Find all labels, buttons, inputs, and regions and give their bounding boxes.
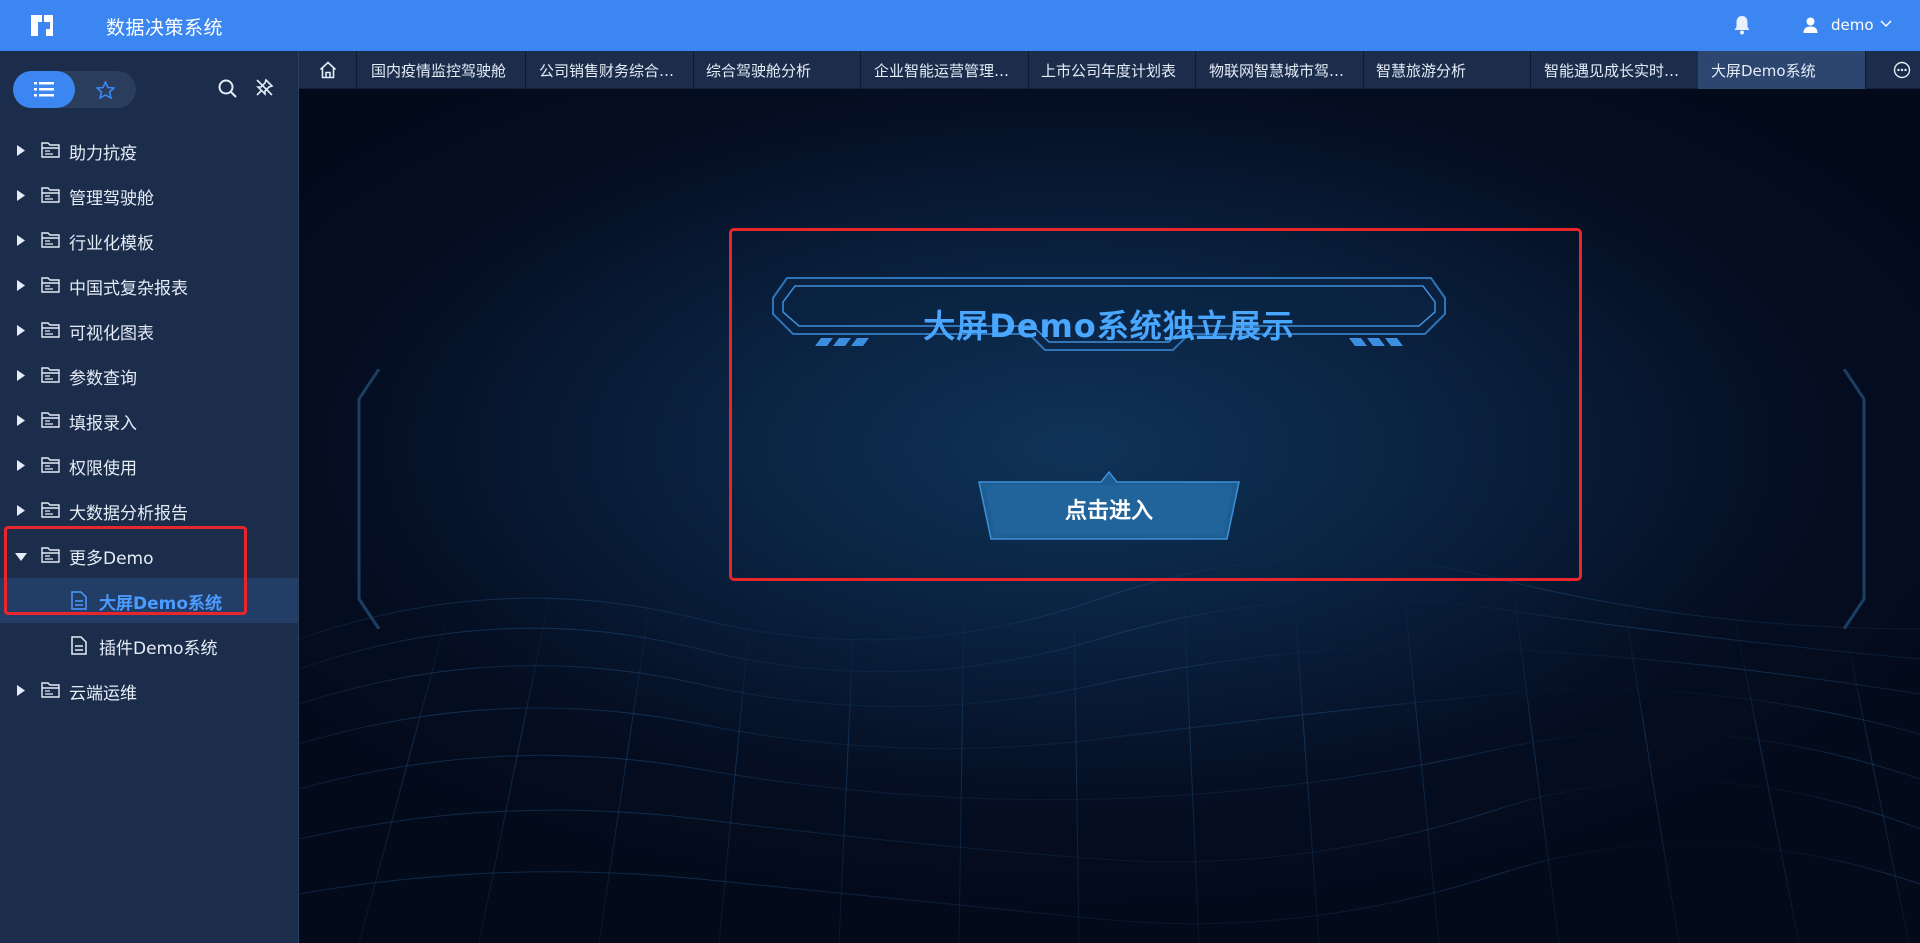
tree-folder-item[interactable]: 云端运维 xyxy=(0,668,298,713)
tree-folder-item-expanded[interactable]: 更多Demo xyxy=(0,533,298,578)
decorative-bracket xyxy=(357,369,381,629)
chevron-down-icon[interactable] xyxy=(1880,20,1892,28)
tab-item-active[interactable]: 大屏Demo系统 xyxy=(1698,51,1866,89)
tree-folder-item[interactable]: 权限使用 xyxy=(0,443,298,488)
tree-item-label: 行业化模板 xyxy=(69,234,154,254)
mesh-terrain-background xyxy=(299,557,1920,943)
tree-item-label: 管理驾驶舱 xyxy=(69,189,154,209)
tree-item-label: 中国式复杂报表 xyxy=(69,279,188,299)
screen-title: 大屏Demo系统独立展示 xyxy=(923,307,1295,345)
folder-icon xyxy=(41,682,60,698)
tree-folder-item[interactable]: 中国式复杂报表 xyxy=(0,263,298,308)
home-tab[interactable] xyxy=(299,51,357,89)
file-icon xyxy=(71,591,87,610)
app-title: 数据决策系统 xyxy=(106,17,224,39)
list-view-button[interactable] xyxy=(13,71,75,108)
home-icon xyxy=(319,61,337,79)
bell-icon[interactable] xyxy=(1733,15,1751,35)
caret-down-icon[interactable] xyxy=(15,552,27,561)
list-icon xyxy=(34,82,54,97)
caret-right-icon[interactable] xyxy=(16,505,25,516)
folder-icon xyxy=(41,322,60,338)
tree-folder-item[interactable]: 填报录入 xyxy=(0,398,298,443)
tab-item[interactable]: 企业智能运营管理… xyxy=(861,51,1029,89)
tree-folder-item[interactable]: 行业化模板 xyxy=(0,218,298,263)
caret-right-icon[interactable] xyxy=(16,145,25,156)
user-name[interactable]: demo xyxy=(1831,16,1874,34)
user-icon[interactable] xyxy=(1803,17,1818,33)
tab-item[interactable]: 国内疫情监控驾驶舱 xyxy=(358,51,526,89)
tree-folder-item[interactable]: 助力抗疫 xyxy=(0,128,298,173)
caret-right-icon[interactable] xyxy=(16,325,25,336)
tab-item[interactable]: 综合驾驶舱分析 xyxy=(693,51,861,89)
tree-item-label: 更多Demo xyxy=(69,549,154,569)
folder-icon xyxy=(41,187,60,203)
directory-tree: 助力抗疫 管理驾驶舱 行业化模板 中国式复杂报表 可视化图表 参数查询 填报录入… xyxy=(0,128,298,713)
caret-right-icon[interactable] xyxy=(16,685,25,696)
tree-item-label: 权限使用 xyxy=(69,459,137,479)
tree-item-label: 参数查询 xyxy=(69,369,137,389)
tab-bar: 国内疫情监控驾驶舱 公司销售财务综合… 综合驾驶舱分析 企业智能运营管理… 上市… xyxy=(299,51,1920,89)
more-icon[interactable] xyxy=(1893,61,1911,79)
decorative-bracket xyxy=(1842,369,1866,629)
folder-icon xyxy=(41,502,60,518)
tree-file-item[interactable]: 插件Demo系统 xyxy=(0,623,298,668)
unpin-icon[interactable] xyxy=(255,78,274,97)
logo-icon[interactable] xyxy=(28,12,56,39)
tree-item-label: 大数据分析报告 xyxy=(69,504,188,524)
tree-file-item-selected[interactable]: 大屏Demo系统 xyxy=(0,578,298,623)
caret-right-icon[interactable] xyxy=(16,415,25,426)
tree-item-label: 助力抗疫 xyxy=(69,144,137,164)
tab-item[interactable]: 物联网智慧城市驾… xyxy=(1196,51,1364,89)
tab-item[interactable]: 智能遇见成长实时… xyxy=(1531,51,1699,89)
tree-item-label: 云端运维 xyxy=(69,684,137,704)
favorites-view-button[interactable] xyxy=(75,71,136,108)
tab-item[interactable]: 上市公司年度计划表 xyxy=(1028,51,1196,89)
tree-folder-item[interactable]: 参数查询 xyxy=(0,353,298,398)
caret-right-icon[interactable] xyxy=(16,190,25,201)
caret-right-icon[interactable] xyxy=(16,460,25,471)
folder-icon xyxy=(41,367,60,383)
folder-icon xyxy=(41,232,60,248)
tree-item-label: 大屏Demo系统 xyxy=(99,594,223,614)
search-icon[interactable] xyxy=(218,79,237,98)
sidebar-view-toggle xyxy=(13,71,136,108)
tree-folder-item[interactable]: 可视化图表 xyxy=(0,308,298,353)
caret-right-icon[interactable] xyxy=(16,280,25,291)
file-icon xyxy=(71,636,87,655)
folder-icon xyxy=(41,457,60,473)
caret-right-icon[interactable] xyxy=(16,370,25,381)
folder-icon xyxy=(41,277,60,293)
star-icon xyxy=(96,81,115,99)
dashboard-preview: 大屏Demo系统独立展示 点击进入 xyxy=(299,89,1920,943)
tab-item[interactable]: 公司销售财务综合… xyxy=(526,51,694,89)
folder-open-icon xyxy=(41,547,60,563)
tree-item-label: 可视化图表 xyxy=(69,324,154,344)
tree-folder-item[interactable]: 大数据分析报告 xyxy=(0,488,298,533)
caret-right-icon[interactable] xyxy=(16,235,25,246)
app-header: 数据决策系统 demo xyxy=(0,0,1920,51)
tree-item-label: 填报录入 xyxy=(69,414,137,434)
folder-icon xyxy=(41,412,60,428)
tab-item[interactable]: 智慧旅游分析 xyxy=(1363,51,1531,89)
tree-item-label: 插件Demo系统 xyxy=(99,639,218,659)
folder-icon xyxy=(41,142,60,158)
sidebar: 助力抗疫 管理驾驶舱 行业化模板 中国式复杂报表 可视化图表 参数查询 填报录入… xyxy=(0,51,299,943)
enter-button-label[interactable]: 点击进入 xyxy=(977,493,1241,525)
tree-folder-item[interactable]: 管理驾驶舱 xyxy=(0,173,298,218)
